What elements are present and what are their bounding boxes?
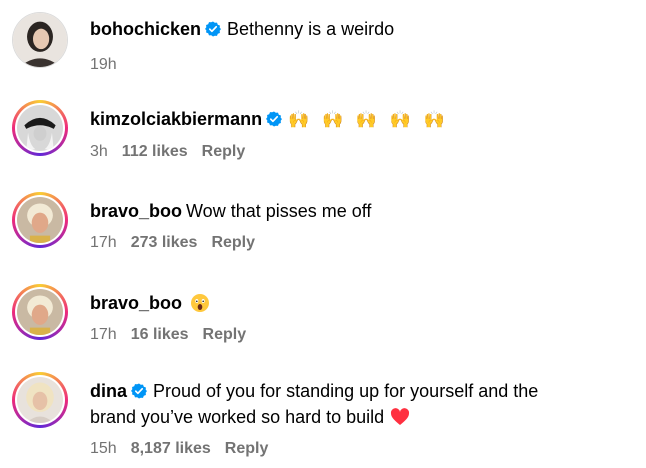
comment-text: Proud of you for standing up for yoursel…: [153, 381, 539, 401]
avatar[interactable]: [12, 192, 68, 248]
comment-username[interactable]: kimzolciakbiermann: [90, 109, 262, 129]
avatar-photo: [17, 197, 63, 243]
avatar[interactable]: [12, 284, 68, 340]
verified-badge-icon: [205, 21, 222, 37]
likes-count[interactable]: 8,187 likes: [131, 440, 211, 457]
comment-text: Wow that pisses me off: [186, 201, 372, 221]
shocked-face-emoji-icon: [190, 293, 210, 313]
heart-emoji-icon: [390, 407, 410, 425]
comment-time: 19h: [90, 56, 117, 73]
verified-badge-icon: [131, 383, 148, 399]
comment-username[interactable]: dina: [90, 381, 127, 401]
avatar[interactable]: [12, 100, 68, 156]
comment-time: 15h: [90, 440, 117, 457]
raised-hands-emoji-icon: 🙌 🙌 🙌 🙌 🙌: [288, 110, 449, 129]
likes-count[interactable]: 273 likes: [131, 234, 198, 251]
comment-time: 17h: [90, 234, 117, 251]
comment-text: Bethenny is a weirdo: [227, 19, 395, 39]
avatar-photo: [13, 13, 67, 67]
comment-username[interactable]: bohochicken: [90, 19, 201, 39]
comment-time: 17h: [90, 326, 117, 343]
likes-count[interactable]: 112 likes: [122, 143, 188, 160]
avatar[interactable]: [12, 372, 68, 428]
reply-button[interactable]: Reply: [225, 440, 269, 457]
comment-time: 3h: [90, 143, 108, 160]
avatar[interactable]: [12, 12, 68, 68]
reply-button[interactable]: Reply: [202, 143, 246, 160]
reply-button[interactable]: Reply: [203, 326, 247, 343]
comment-username[interactable]: bravo_boo: [90, 201, 182, 221]
likes-count[interactable]: 16 likes: [131, 326, 189, 343]
verified-badge-icon: [266, 111, 283, 127]
comment-text-line2: brand you’ve worked so hard to build: [90, 407, 385, 427]
avatar-photo: [17, 377, 63, 423]
avatar-photo: [17, 105, 63, 151]
comment-username[interactable]: bravo_boo: [90, 293, 182, 313]
avatar-photo: [17, 289, 63, 335]
reply-button[interactable]: Reply: [211, 234, 255, 251]
